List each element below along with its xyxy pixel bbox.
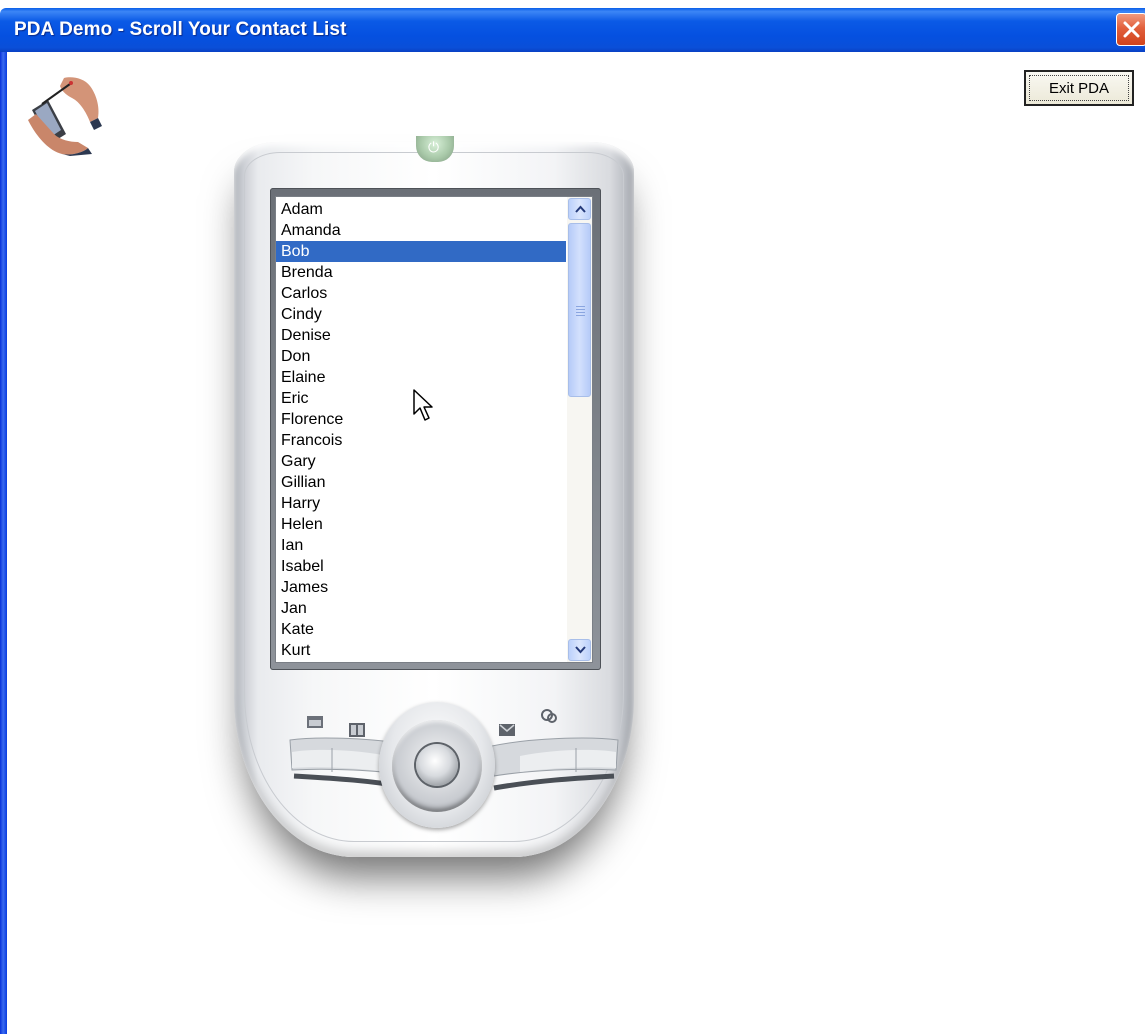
scroll-up-button[interactable] xyxy=(568,198,591,220)
list-item[interactable]: Don xyxy=(276,346,566,367)
list-item[interactable]: Ian xyxy=(276,535,566,556)
window-title: PDA Demo - Scroll Your Contact List xyxy=(14,19,347,40)
close-icon xyxy=(1123,21,1140,38)
power-button[interactable]: ⏻ xyxy=(416,136,454,162)
title-bar[interactable]: PDA Demo - Scroll Your Contact List xyxy=(0,8,1145,52)
exit-pda-button[interactable]: Exit PDA xyxy=(1024,70,1134,106)
power-icon: ⏻ xyxy=(428,139,440,155)
window-frame-left xyxy=(0,52,7,1034)
list-item[interactable]: Harry xyxy=(276,493,566,514)
scroll-down-button[interactable] xyxy=(568,639,591,661)
list-item[interactable]: Elaine xyxy=(276,367,566,388)
contact-list-items: Adam Amanda Bob Brenda Carlos Cindy Deni… xyxy=(276,199,566,661)
calendar-icon xyxy=(307,716,323,728)
thumb-grip xyxy=(576,309,585,310)
inbox-icon xyxy=(499,724,515,736)
list-item[interactable]: Francois xyxy=(276,430,566,451)
contact-list[interactable]: Adam Amanda Bob Brenda Carlos Cindy Deni… xyxy=(275,196,593,663)
list-item[interactable]: Gillian xyxy=(276,472,566,493)
app-window: PDA Demo - Scroll Your Contact List Exit… xyxy=(0,0,1145,1034)
chevron-down-icon xyxy=(575,646,586,654)
list-item[interactable]: James xyxy=(276,577,566,598)
close-button[interactable] xyxy=(1116,13,1145,46)
list-item[interactable]: Kurt xyxy=(276,640,566,661)
list-item[interactable]: Gary xyxy=(276,451,566,472)
list-item[interactable]: Carlos xyxy=(276,283,566,304)
thumb-grip xyxy=(576,306,585,307)
list-item[interactable]: Brenda xyxy=(276,262,566,283)
dpad-center-button[interactable] xyxy=(416,744,458,786)
chevron-up-icon xyxy=(575,205,586,213)
list-item[interactable]: Isabel xyxy=(276,556,566,577)
contacts-icon xyxy=(349,723,365,737)
stylus-hand-icon xyxy=(28,77,102,156)
list-item[interactable]: Kate xyxy=(276,619,566,640)
scroll-thumb[interactable] xyxy=(568,223,591,397)
list-item[interactable]: Jan xyxy=(276,598,566,619)
tasks-icon xyxy=(541,709,557,723)
list-item[interactable]: Adam xyxy=(276,199,566,220)
vertical-scrollbar[interactable] xyxy=(567,197,592,662)
right-hardware-buttons[interactable] xyxy=(490,732,620,792)
thumb-grip xyxy=(576,312,585,313)
mouse-cursor-icon xyxy=(413,389,433,421)
focus-rect xyxy=(1029,75,1129,101)
list-item-selected[interactable]: Bob xyxy=(276,241,566,262)
list-item[interactable]: Amanda xyxy=(276,220,566,241)
list-item[interactable]: Denise xyxy=(276,325,566,346)
list-item[interactable]: Cindy xyxy=(276,304,566,325)
list-item[interactable]: Helen xyxy=(276,514,566,535)
thumb-grip xyxy=(576,315,585,316)
